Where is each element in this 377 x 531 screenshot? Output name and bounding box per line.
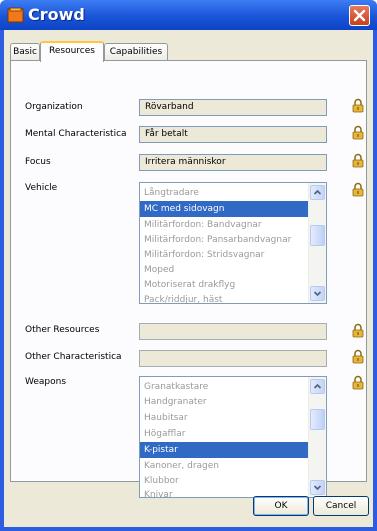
list-item[interactable]: Högafflar: [140, 426, 310, 442]
list-item[interactable]: Handgranater: [140, 394, 310, 410]
cancel-button[interactable]: Cancel: [313, 496, 369, 516]
chevron-up-icon: [313, 189, 322, 195]
list-item[interactable]: Långtradare: [140, 185, 310, 201]
list-item[interactable]: Militärfordon: Pansarbandvagnar: [140, 232, 310, 248]
window-title: Crowd: [28, 5, 85, 24]
weapons-scrollbar[interactable]: [308, 377, 326, 497]
chevron-up-icon: [313, 383, 322, 389]
organization-label: Organization: [25, 102, 83, 112]
list-item[interactable]: Kanoner, dragen: [140, 458, 310, 474]
app-icon: [7, 7, 24, 23]
chevron-down-icon: [313, 291, 322, 297]
lock-icon[interactable]: [352, 323, 364, 338]
scroll-thumb[interactable]: [310, 409, 325, 430]
list-item[interactable]: Granatkastare: [140, 379, 310, 395]
title-bar[interactable]: Crowd: [0, 0, 377, 30]
lock-icon[interactable]: [352, 125, 364, 140]
other-resources-label: Other Resources: [25, 325, 100, 335]
list-item[interactable]: Pack/riddjur, häst: [140, 292, 310, 303]
list-item[interactable]: Militärfordon: Bandvagnar: [140, 217, 310, 233]
weapons-label: Weapons: [25, 377, 67, 387]
dialog-window: Crowd Basic Resources Capabilities Organ…: [0, 0, 377, 531]
chevron-down-icon: [313, 485, 322, 491]
mental-characteristica-label: Mental Characteristica: [25, 129, 127, 139]
lock-icon[interactable]: [352, 182, 364, 197]
list-item[interactable]: Militärfordon: Stridsvagnar: [140, 247, 310, 263]
lock-icon[interactable]: [352, 349, 364, 364]
weapons-listbox[interactable]: Granatkastare Handgranater Haubitsar Hög…: [139, 376, 327, 498]
list-item[interactable]: Moped: [140, 262, 310, 278]
mental-characteristica-field[interactable]: Får betalt: [139, 126, 327, 143]
list-item[interactable]: Haubitsar: [140, 410, 310, 426]
ok-button[interactable]: OK: [253, 496, 309, 516]
scroll-thumb[interactable]: [310, 225, 325, 246]
vehicle-label: Vehicle: [25, 183, 58, 193]
resources-panel: Organization Rövarband Mental Characteri…: [10, 60, 367, 498]
dialog-client-area: Basic Resources Capabilities Organizatio…: [4, 30, 373, 527]
vehicle-listbox[interactable]: Långtradare MC med sidovagn Militärfordo…: [139, 182, 327, 304]
other-characteristica-label: Other Characteristica: [25, 352, 122, 362]
list-item[interactable]: Motoriserat drakflyg: [140, 277, 310, 293]
tab-resources[interactable]: Resources: [40, 41, 104, 62]
close-icon: [353, 9, 366, 22]
organization-field[interactable]: Rövarband: [139, 99, 327, 116]
list-item[interactable]: MC med sidovagn: [140, 201, 310, 217]
lock-icon[interactable]: [352, 375, 364, 390]
lock-icon[interactable]: [352, 153, 364, 168]
scroll-up-button[interactable]: [310, 185, 325, 200]
other-characteristica-field[interactable]: [139, 350, 327, 367]
tab-basic[interactable]: Basic: [10, 43, 40, 60]
close-button[interactable]: [349, 5, 370, 26]
focus-field[interactable]: Irritera människor: [139, 154, 327, 171]
lock-icon[interactable]: [352, 98, 364, 113]
tab-capabilities[interactable]: Capabilities: [104, 43, 168, 60]
vehicle-scrollbar[interactable]: [308, 183, 326, 303]
scroll-down-button[interactable]: [310, 480, 325, 495]
focus-label: Focus: [25, 157, 51, 167]
other-resources-field[interactable]: [139, 323, 327, 340]
scroll-up-button[interactable]: [310, 379, 325, 394]
scroll-down-button[interactable]: [310, 286, 325, 301]
list-item[interactable]: K-pistar: [140, 442, 310, 458]
